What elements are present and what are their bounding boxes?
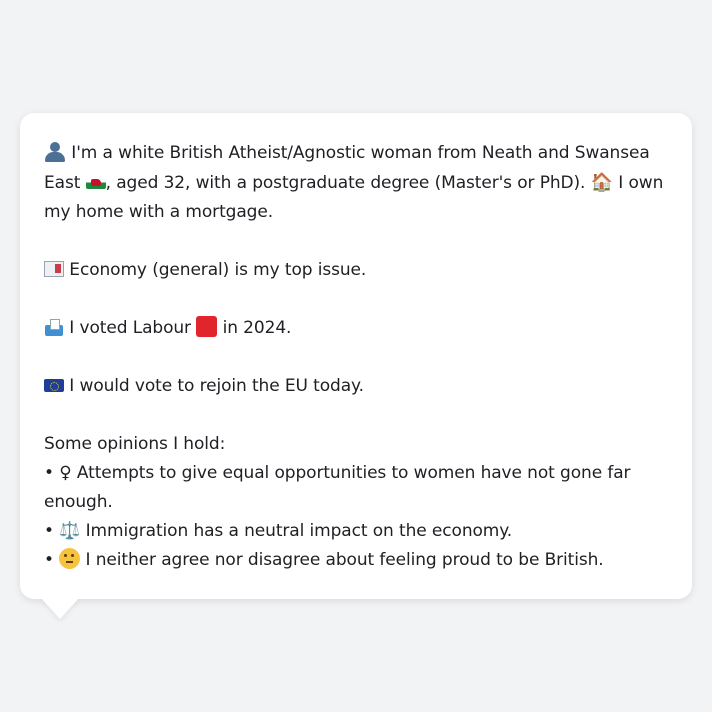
persona-message-bubble: I'm a white British Atheist/Agnostic wom… (20, 113, 692, 599)
opinions-heading: Some opinions I hold: (44, 434, 226, 454)
opinion-text: I neither agree nor disagree about feeli… (80, 550, 604, 570)
female-sign-icon: ♀ (59, 463, 72, 483)
opinion-item: • ♀ Attempts to give equal opportunities… (44, 459, 670, 517)
opinion-text: Immigration has a neutral impact on the … (80, 521, 513, 541)
top-issue-text: Economy (general) is my top issue. (64, 260, 367, 280)
intro-paragraph: I'm a white British Atheist/Agnostic wom… (44, 139, 670, 227)
bullet: • (44, 463, 60, 483)
bullet: • (44, 521, 60, 541)
wales-flag-icon (85, 176, 106, 189)
thinking-face-icon (59, 548, 81, 569)
vote-after-text: in 2024. (217, 318, 292, 338)
vote-before-text: I voted Labour (64, 318, 197, 338)
eu-paragraph: I would vote to rejoin the EU today. (44, 372, 670, 401)
labour-red-square-icon (196, 316, 218, 337)
top-issue-paragraph: Economy (general) is my top issue. (44, 256, 670, 285)
ballot-box-icon (44, 318, 64, 336)
bullet: • (44, 550, 60, 570)
bubble-tail (40, 597, 80, 619)
newspaper-icon (44, 261, 64, 277)
scales-icon: ⚖️ (59, 521, 81, 541)
eu-flag-icon (44, 379, 64, 392)
persona-message-text: I'm a white British Atheist/Agnostic wom… (44, 139, 670, 575)
intro-part2: , aged 32, with a postgraduate degree (M… (105, 173, 591, 193)
opinion-text: Attempts to give equal opportunities to … (44, 463, 631, 512)
person-icon (44, 141, 66, 162)
eu-text: I would vote to rejoin the EU today. (64, 376, 364, 396)
opinion-item: • ⚖️ Immigration has a neutral impact on… (44, 517, 670, 546)
vote-paragraph: I voted Labour in 2024. (44, 314, 670, 343)
opinion-item: • I neither agree nor disagree about fee… (44, 546, 670, 575)
house-icon: 🏠 (590, 172, 613, 193)
